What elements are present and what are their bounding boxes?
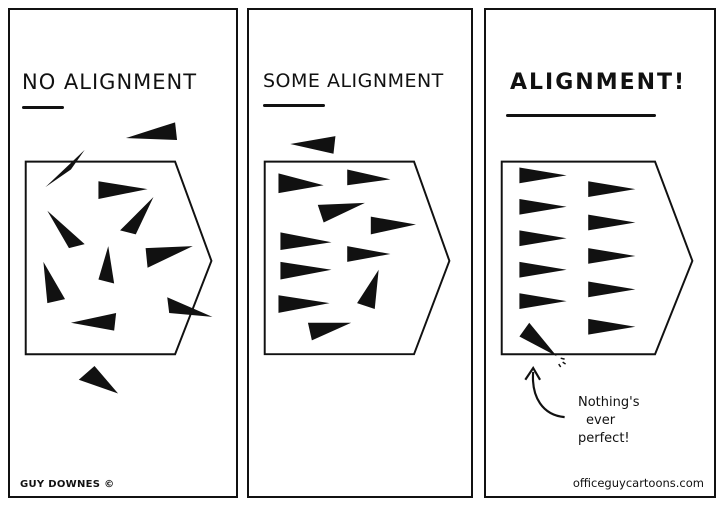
aligned-arrow bbox=[588, 181, 636, 197]
partly-aligned-arrow bbox=[370, 216, 416, 235]
panel-some-alignment: SOME ALIGNMENT bbox=[247, 8, 473, 498]
motion-dashes bbox=[558, 357, 567, 368]
partly-aligned-arrow bbox=[280, 261, 332, 280]
author-credit: GUY DOWNES © bbox=[20, 479, 115, 490]
panel-alignment: ALIGNMENT! Nothing's ever perfect! offic… bbox=[484, 8, 716, 498]
website-credit: officeguycartoons.com bbox=[572, 476, 704, 490]
scattered-arrow bbox=[43, 261, 66, 304]
aligned-arrow bbox=[519, 230, 567, 247]
scattered-arrow bbox=[120, 196, 154, 235]
partly-aligned-arrow bbox=[307, 322, 352, 341]
pointer-arrow bbox=[531, 371, 565, 419]
scattered-arrow bbox=[167, 297, 213, 317]
scattered-arrow bbox=[45, 149, 85, 188]
note-line: ever bbox=[586, 413, 616, 428]
partly-aligned-arrow bbox=[347, 169, 391, 186]
comic-strip: NO ALIGNMENT GUY DOWNES © SOME ALIGNMENT bbox=[0, 0, 725, 513]
partly-aligned-arrow bbox=[278, 173, 324, 194]
misaligned-arrow bbox=[519, 322, 557, 357]
aligned-arrow bbox=[519, 293, 567, 310]
note-line: perfect! bbox=[578, 431, 630, 446]
title-underline bbox=[506, 114, 656, 117]
scattered-arrow bbox=[47, 210, 85, 249]
panel-title: SOME ALIGNMENT bbox=[263, 70, 444, 92]
scattered-arrow bbox=[70, 312, 117, 331]
aligned-arrow bbox=[519, 167, 567, 184]
aligned-arrow bbox=[588, 214, 636, 231]
partly-aligned-arrow bbox=[317, 202, 365, 223]
panel-title: NO ALIGNMENT bbox=[22, 70, 198, 94]
scattered-arrow bbox=[78, 366, 119, 394]
title-underline bbox=[263, 104, 325, 107]
scattered-arrow bbox=[145, 246, 193, 268]
aligned-arrow bbox=[519, 198, 567, 215]
scattered-arrow bbox=[98, 181, 148, 199]
partly-aligned-arrow bbox=[357, 269, 379, 309]
partly-aligned-arrow bbox=[347, 246, 391, 262]
panel-no-alignment: NO ALIGNMENT GUY DOWNES © bbox=[8, 8, 238, 498]
aligned-arrow bbox=[588, 248, 636, 264]
aligned-arrow bbox=[588, 281, 636, 298]
scattered-arrow bbox=[98, 246, 115, 284]
partly-aligned-arrow bbox=[280, 232, 332, 251]
scattered-arrow bbox=[125, 122, 178, 140]
partly-aligned-arrow bbox=[278, 295, 330, 313]
imperfection-note: Nothing's ever perfect! bbox=[578, 394, 658, 448]
note-line: Nothing's bbox=[578, 395, 640, 410]
partly-aligned-arrow bbox=[290, 136, 336, 154]
title-underline bbox=[22, 106, 64, 109]
aligned-arrow bbox=[588, 318, 636, 335]
aligned-arrow bbox=[519, 261, 567, 278]
panel-title: ALIGNMENT! bbox=[510, 70, 687, 95]
